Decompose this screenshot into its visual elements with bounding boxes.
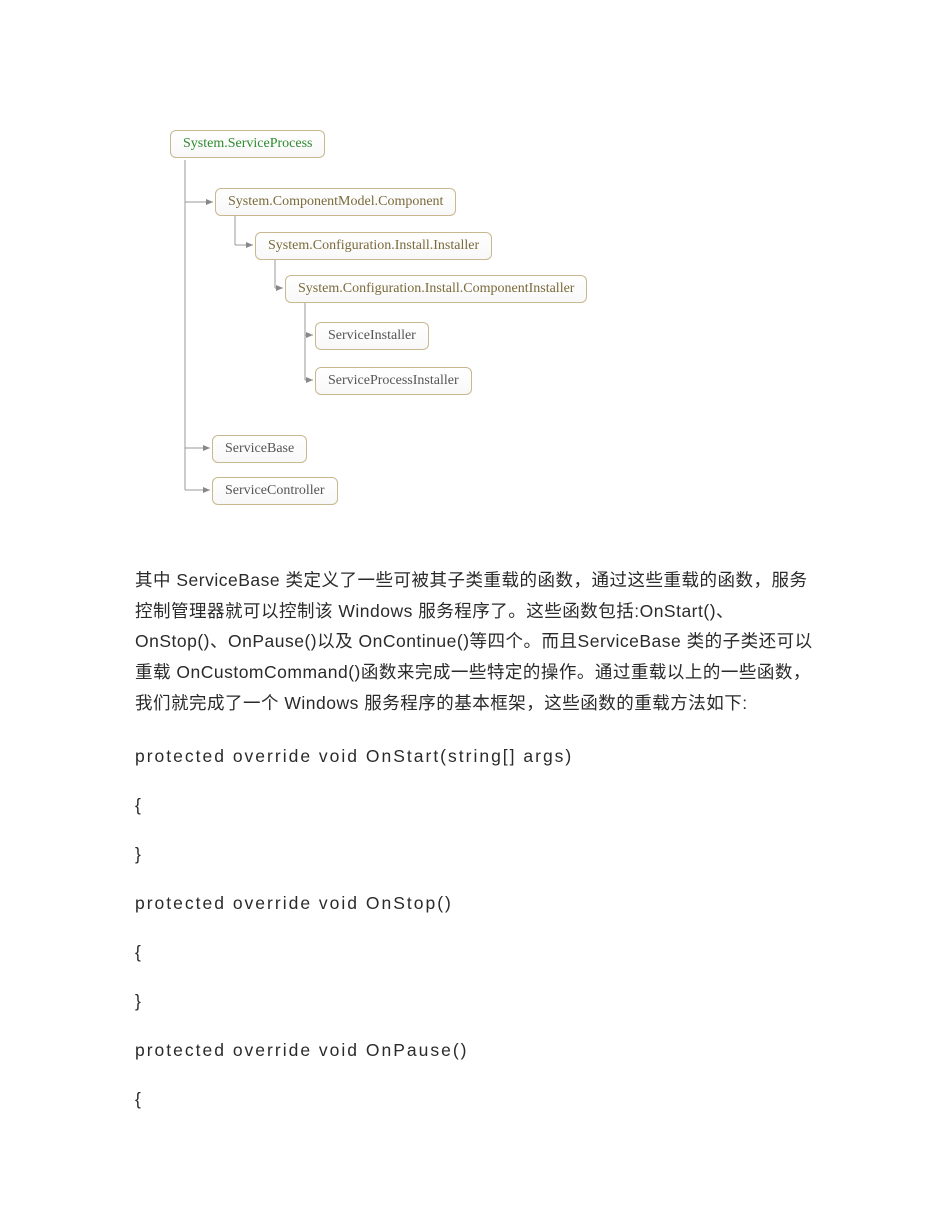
code-brace-open: {	[135, 1089, 815, 1110]
node-service-process-installer: ServiceProcessInstaller	[315, 367, 472, 395]
node-component-installer: System.Configuration.Install.ComponentIn…	[285, 275, 587, 303]
node-root: System.ServiceProcess	[170, 130, 325, 158]
page-content: System.ServiceProcess System.ComponentMo…	[135, 130, 815, 1138]
code-onstart-signature: protected override void OnStart(string[]…	[135, 746, 815, 767]
code-brace-close: }	[135, 844, 815, 865]
node-service-controller: ServiceController	[212, 477, 338, 505]
code-brace-open: {	[135, 795, 815, 816]
code-onstop-signature: protected override void OnStop()	[135, 893, 815, 914]
node-component: System.ComponentModel.Component	[215, 188, 456, 216]
explanation-paragraph: 其中 ServiceBase 类定义了一些可被其子类重载的函数，通过这些重载的函…	[135, 565, 815, 718]
code-onpause-signature: protected override void OnPause()	[135, 1040, 815, 1061]
node-installer: System.Configuration.Install.Installer	[255, 232, 492, 260]
node-service-base: ServiceBase	[212, 435, 307, 463]
code-brace-open: {	[135, 942, 815, 963]
class-hierarchy-diagram: System.ServiceProcess System.ComponentMo…	[135, 130, 655, 515]
node-service-installer: ServiceInstaller	[315, 322, 429, 350]
code-brace-close: }	[135, 991, 815, 1012]
